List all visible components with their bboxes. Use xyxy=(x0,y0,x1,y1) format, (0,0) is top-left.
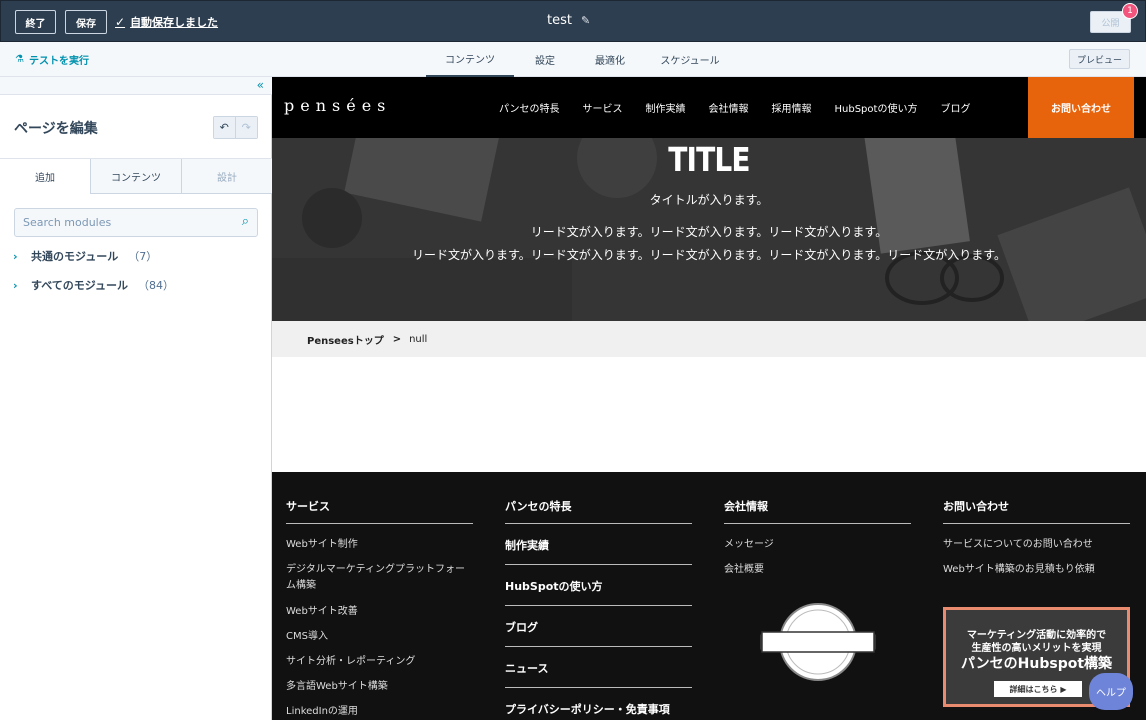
tab-settings[interactable]: 設定 xyxy=(514,42,576,77)
module-group-name: すべてのモジュール xyxy=(31,279,129,292)
check-icon: ✓ xyxy=(115,15,126,29)
banner-details-button[interactable]: 詳細はこちら ▶ xyxy=(994,681,1082,697)
pencil-icon[interactable]: ✎ xyxy=(581,14,590,27)
breadcrumb-current: null xyxy=(409,333,428,345)
site-footer[interactable]: サービス Webサイト制作 デジタルマーケティングプラットフォーム構築 Webサ… xyxy=(272,472,1146,720)
chevron-right-icon: › xyxy=(13,249,18,263)
footer-link[interactable]: Webサイト制作 xyxy=(286,537,473,553)
footer-link[interactable]: ニュース xyxy=(505,660,548,676)
site-nav-features[interactable]: パンセの特長 xyxy=(499,100,560,115)
tab-schedule[interactable]: スケジュール xyxy=(644,42,736,77)
footer-heading[interactable]: お問い合わせ xyxy=(943,498,1009,514)
footer-link[interactable]: デジタルマーケティングプラットフォーム構築 xyxy=(286,562,473,594)
footer-link[interactable]: プライバシーポリシー・免責事項 xyxy=(505,701,670,717)
footer-heading[interactable]: 会社情報 xyxy=(724,498,768,514)
autosave-status[interactable]: ✓ 自動保存しました xyxy=(115,14,218,30)
divider xyxy=(724,523,911,524)
hero-lead-line-2: リード文が入ります。リード文が入ります。リード文が入ります。リード文が入ります。… xyxy=(411,248,1006,262)
redo-icon[interactable]: ↷ xyxy=(235,117,257,138)
footer-heading[interactable]: サービス xyxy=(286,498,330,514)
panel-tab-design[interactable]: 設計 xyxy=(181,159,272,194)
footer-link[interactable]: CMS導入 xyxy=(286,629,473,645)
site-nav-works[interactable]: 制作実績 xyxy=(646,100,686,115)
site-nav-recruit[interactable]: 採用情報 xyxy=(772,100,812,115)
footer-link[interactable]: ブログ xyxy=(505,619,538,635)
editor-top-bar: 終了 保存 ✓ 自動保存しました test ✎ 公開 1 xyxy=(0,0,1146,42)
page-name-text: test xyxy=(547,13,572,28)
module-group-count: （84） xyxy=(138,279,175,292)
module-search: ⌕ xyxy=(14,208,258,237)
divider xyxy=(505,687,692,688)
page-name[interactable]: test ✎ xyxy=(547,13,590,28)
flask-icon: ⚗ xyxy=(15,54,24,65)
footer-link[interactable]: 会社概要 xyxy=(724,562,911,578)
panel-title: ページを編集 xyxy=(14,121,98,137)
panel-tab-add[interactable]: 追加 xyxy=(0,159,90,194)
site-header[interactable]: pensées パンセの特長 サービス 制作実績 会社情報 採用情報 HubSp… xyxy=(272,77,1146,138)
footer-link[interactable]: サービスについてのお問い合わせ xyxy=(943,537,1130,553)
module-group-common[interactable]: › 共通のモジュール （7） xyxy=(13,248,157,264)
editor-tabs: コンテンツ 設定 最適化 スケジュール xyxy=(426,42,736,77)
chevron-right-icon: › xyxy=(13,278,18,292)
collapse-bar: « xyxy=(0,77,272,95)
footer-link[interactable]: Webサイト構築のお見積もり依頼 xyxy=(943,562,1130,578)
footer-heading[interactable]: パンセの特長 xyxy=(505,498,572,514)
divider xyxy=(505,564,692,565)
hero-subtitle: タイトルが入ります。 xyxy=(649,193,769,207)
editor-nav-bar: ⚗ テストを実行 コンテンツ 設定 最適化 スケジュール プレビュー xyxy=(0,42,1146,77)
divider xyxy=(943,523,1130,524)
panel-tab-contents[interactable]: コンテンツ xyxy=(90,159,181,194)
site-logo[interactable]: pensées xyxy=(284,96,391,115)
notification-badge[interactable]: 1 xyxy=(1122,3,1138,19)
exit-button[interactable]: 終了 xyxy=(15,10,56,34)
search-input[interactable] xyxy=(15,209,225,236)
breadcrumb-home[interactable]: Penseesトップ xyxy=(307,332,384,347)
tab-optimize[interactable]: 最適化 xyxy=(576,42,644,77)
page-preview[interactable]: pensées パンセの特長 サービス 制作実績 会社情報 採用情報 HubSp… xyxy=(272,77,1146,720)
undo-icon[interactable]: ↶ xyxy=(214,117,236,138)
divider xyxy=(505,605,692,606)
footer-link[interactable]: 制作実績 xyxy=(505,537,549,553)
banner-line-2: 生産性の高いメリットを実現 xyxy=(971,643,1102,654)
contact-button[interactable]: お問い合わせ xyxy=(1028,77,1134,138)
save-button[interactable]: 保存 xyxy=(65,10,107,34)
footer-link[interactable]: メッセージ xyxy=(724,537,911,553)
footer-link[interactable]: HubSpotの使い方 xyxy=(505,578,603,594)
footer-link[interactable]: 多言語Webサイト構築 xyxy=(286,679,473,695)
site-nav-company[interactable]: 会社情報 xyxy=(709,100,749,115)
footer-link[interactable]: サイト分析・レポーティング xyxy=(286,654,473,670)
site-nav-services[interactable]: サービス xyxy=(583,100,623,115)
hero-title: TITLE xyxy=(668,140,750,179)
site-nav: パンセの特長 サービス 制作実績 会社情報 採用情報 HubSpotの使い方 ブ… xyxy=(499,77,993,138)
help-button[interactable]: ヘルプ xyxy=(1089,673,1133,710)
divider xyxy=(505,646,692,647)
undo-redo-group: ↶ ↷ xyxy=(213,116,258,139)
module-group-name: 共通のモジュール xyxy=(31,250,119,263)
preview-button[interactable]: プレビュー xyxy=(1069,49,1130,69)
tab-contents[interactable]: コンテンツ xyxy=(426,42,514,77)
hero-lead-line-1: リード文が入ります。リード文が入ります。リード文が入ります。 xyxy=(530,225,888,239)
module-group-count: （7） xyxy=(128,250,158,263)
breadcrumb: Penseesトップ > null xyxy=(272,321,1146,357)
footer-link[interactable]: LinkedInの運用 xyxy=(286,704,473,720)
banner-headline: パンセのHubspot構築 xyxy=(960,656,1113,672)
autosave-text: 自動保存しました xyxy=(130,16,219,29)
test-run-label: テストを実行 xyxy=(28,56,89,67)
test-run-link[interactable]: ⚗ テストを実行 xyxy=(15,52,89,67)
site-nav-blog[interactable]: ブログ xyxy=(940,100,970,115)
divider xyxy=(505,523,692,524)
divider xyxy=(286,523,473,524)
edit-sidebar: « ページを編集 ↶ ↷ 追加 コンテンツ 設計 ⌕ › 共通のモジュール （7… xyxy=(0,77,272,720)
panel-tabs: 追加 コンテンツ 設計 xyxy=(0,158,272,194)
hero-section[interactable]: TITLE タイトルが入ります。 リード文が入ります。リード文が入ります。リード… xyxy=(272,138,1146,321)
hubspot-platinum-partner-badge xyxy=(760,603,876,681)
double-chevron-left-icon[interactable]: « xyxy=(257,78,264,92)
module-group-all[interactable]: › すべてのモジュール （84） xyxy=(13,277,174,293)
site-nav-hubspot[interactable]: HubSpotの使い方 xyxy=(835,100,918,115)
breadcrumb-separator: > xyxy=(392,333,402,345)
footer-link[interactable]: Webサイト改善 xyxy=(286,604,473,620)
search-icon[interactable]: ⌕ xyxy=(242,214,249,229)
